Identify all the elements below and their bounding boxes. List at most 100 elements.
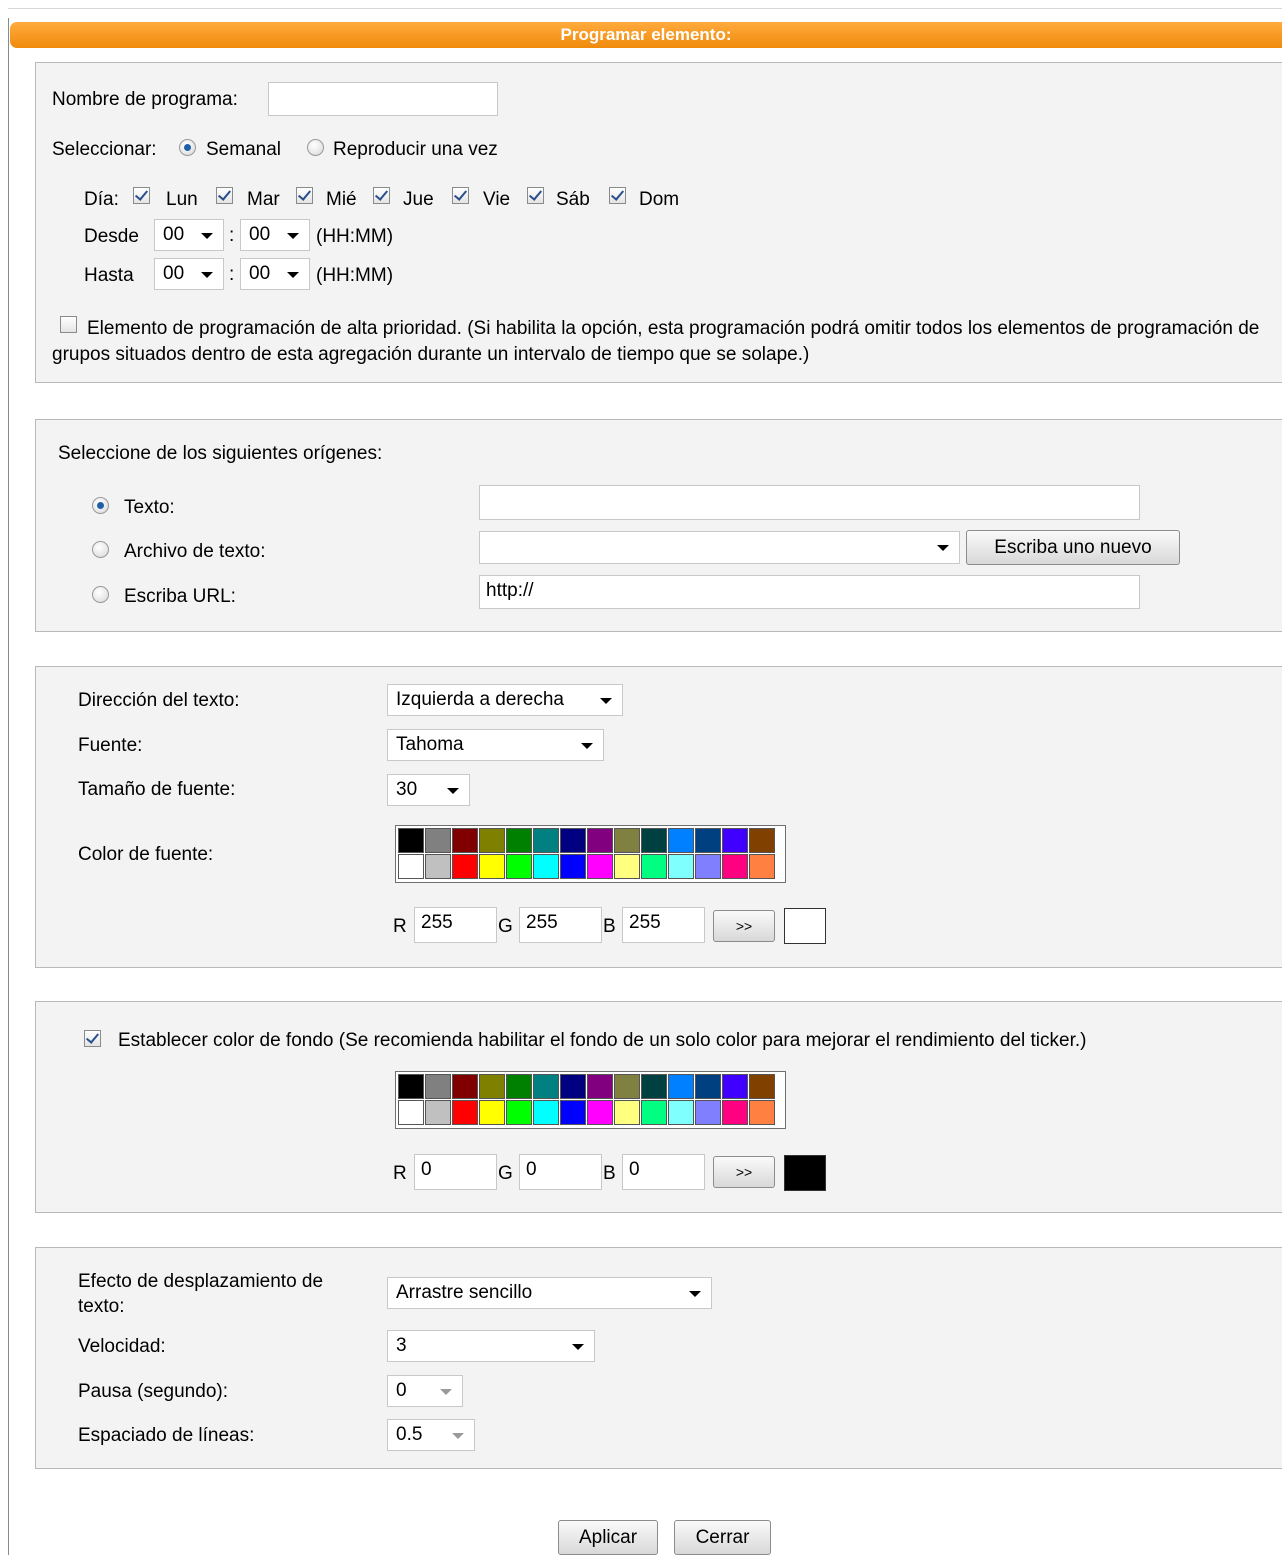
line-spacing-select[interactable]: 0.5	[387, 1419, 475, 1451]
dialog-title: Programar elemento:	[10, 22, 1282, 48]
color-swatch[interactable]	[668, 1074, 694, 1099]
day-checkbox-sat[interactable]	[527, 187, 544, 204]
day-checkbox-mon[interactable]	[133, 187, 150, 204]
color-swatch[interactable]	[452, 828, 478, 853]
color-swatch[interactable]	[722, 1074, 748, 1099]
color-swatch[interactable]	[749, 1074, 775, 1099]
write-new-button[interactable]: Escriba uno nuevo	[966, 530, 1180, 565]
color-swatch[interactable]	[533, 854, 559, 879]
scroll-effect-select[interactable]: Arrastre sencillo	[387, 1277, 712, 1309]
source-text-input[interactable]	[479, 485, 1140, 520]
color-swatch[interactable]	[506, 1074, 532, 1099]
color-swatch[interactable]	[425, 854, 451, 879]
font-r-input[interactable]: 255	[414, 907, 497, 943]
color-swatch[interactable]	[695, 828, 721, 853]
font-b-input[interactable]: 255	[622, 907, 705, 943]
color-swatch[interactable]	[749, 1100, 775, 1125]
color-swatch[interactable]	[398, 854, 424, 879]
direction-select[interactable]: Izquierda a derecha	[387, 684, 623, 716]
to-hour-select[interactable]: 00	[154, 258, 224, 290]
color-swatch[interactable]	[452, 1074, 478, 1099]
color-swatch[interactable]	[506, 828, 532, 853]
font-color-apply-button[interactable]: >>	[713, 910, 775, 942]
color-swatch[interactable]	[614, 854, 640, 879]
color-swatch[interactable]	[398, 828, 424, 853]
to-label: Hasta	[84, 265, 134, 286]
background-checkbox[interactable]	[84, 1030, 101, 1047]
color-swatch[interactable]	[749, 854, 775, 879]
color-swatch[interactable]	[560, 1074, 586, 1099]
color-swatch[interactable]	[722, 828, 748, 853]
day-checkbox-wed[interactable]	[296, 187, 313, 204]
color-swatch[interactable]	[641, 828, 667, 853]
chevron-down-icon	[937, 545, 949, 551]
font-g-input[interactable]: 255	[519, 907, 602, 943]
font-select[interactable]: Tahoma	[387, 729, 604, 761]
color-swatch[interactable]	[722, 1100, 748, 1125]
to-minute-select[interactable]: 00	[240, 258, 310, 290]
color-swatch[interactable]	[695, 854, 721, 879]
color-swatch[interactable]	[668, 1100, 694, 1125]
scroll-effect-label: Efecto de desplazamiento de texto:	[78, 1271, 324, 1317]
background-g-input[interactable]: 0	[519, 1154, 602, 1190]
color-swatch[interactable]	[560, 1100, 586, 1125]
speed-select[interactable]: 3	[387, 1330, 595, 1362]
color-swatch[interactable]	[560, 854, 586, 879]
color-swatch[interactable]	[425, 1100, 451, 1125]
day-checkbox-fri[interactable]	[452, 187, 469, 204]
day-checkbox-sun[interactable]	[609, 187, 626, 204]
chevron-down-icon	[452, 1433, 464, 1439]
color-swatch[interactable]	[425, 828, 451, 853]
from-minute-select[interactable]: 00	[240, 219, 310, 251]
color-swatch[interactable]	[506, 1100, 532, 1125]
color-swatch[interactable]	[479, 854, 505, 879]
apply-button[interactable]: Aplicar	[558, 1520, 658, 1555]
color-swatch[interactable]	[533, 828, 559, 853]
background-b-input[interactable]: 0	[622, 1154, 705, 1190]
color-swatch[interactable]	[533, 1074, 559, 1099]
color-swatch[interactable]	[398, 1074, 424, 1099]
weekly-radio[interactable]	[179, 139, 196, 156]
source-url-radio[interactable]	[92, 586, 109, 603]
color-swatch[interactable]	[479, 828, 505, 853]
color-swatch[interactable]	[695, 1100, 721, 1125]
color-swatch[interactable]	[641, 854, 667, 879]
color-swatch[interactable]	[722, 854, 748, 879]
color-swatch[interactable]	[641, 1100, 667, 1125]
color-swatch[interactable]	[614, 1100, 640, 1125]
day-checkbox-thu[interactable]	[373, 187, 390, 204]
color-swatch[interactable]	[533, 1100, 559, 1125]
from-hour-select[interactable]: 00	[154, 219, 224, 251]
color-swatch[interactable]	[668, 828, 694, 853]
pause-select[interactable]: 0	[387, 1375, 463, 1407]
color-swatch[interactable]	[587, 828, 613, 853]
day-checkbox-tue[interactable]	[216, 187, 233, 204]
font-size-select[interactable]: 30	[387, 774, 470, 806]
color-swatch[interactable]	[452, 1100, 478, 1125]
color-swatch[interactable]	[398, 1100, 424, 1125]
color-swatch[interactable]	[749, 828, 775, 853]
background-color-apply-button[interactable]: >>	[713, 1156, 775, 1188]
color-swatch[interactable]	[668, 854, 694, 879]
source-file-select[interactable]	[479, 531, 960, 564]
source-text-radio[interactable]	[92, 497, 109, 514]
source-url-input[interactable]: http://	[479, 575, 1140, 609]
color-swatch[interactable]	[587, 1100, 613, 1125]
source-file-radio[interactable]	[92, 541, 109, 558]
close-button[interactable]: Cerrar	[674, 1520, 771, 1555]
play-once-radio[interactable]	[307, 139, 324, 156]
color-swatch[interactable]	[587, 1074, 613, 1099]
color-swatch[interactable]	[587, 854, 613, 879]
color-swatch[interactable]	[560, 828, 586, 853]
color-swatch[interactable]	[614, 1074, 640, 1099]
color-swatch[interactable]	[506, 854, 532, 879]
color-swatch[interactable]	[641, 1074, 667, 1099]
background-r-input[interactable]: 0	[414, 1154, 497, 1190]
color-swatch[interactable]	[695, 1074, 721, 1099]
color-swatch[interactable]	[425, 1074, 451, 1099]
color-swatch[interactable]	[479, 1074, 505, 1099]
color-swatch[interactable]	[479, 1100, 505, 1125]
color-swatch[interactable]	[614, 828, 640, 853]
program-name-input[interactable]	[268, 82, 498, 116]
color-swatch[interactable]	[452, 854, 478, 879]
